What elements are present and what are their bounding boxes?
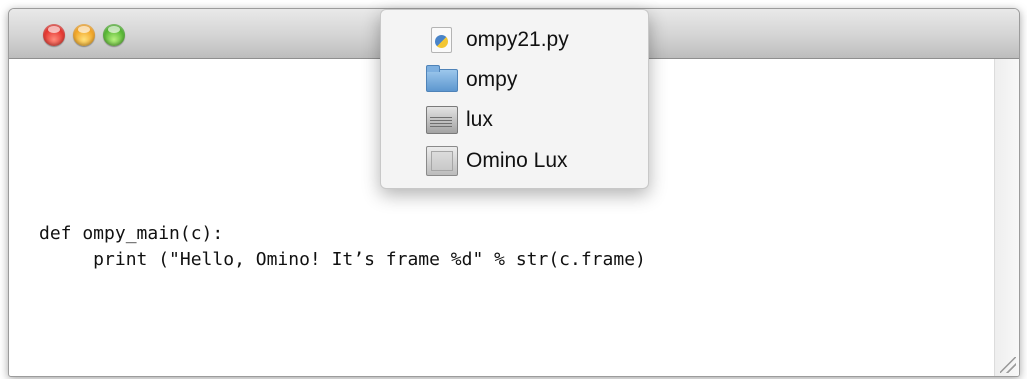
code-line: def ompy_main(c): (39, 223, 224, 244)
path-item-label: lux (466, 108, 493, 131)
path-popup-menu: ompy21.py ompy lux Omino Lux (380, 9, 649, 189)
path-item-label: Omino Lux (466, 149, 568, 172)
minimize-button[interactable] (73, 24, 95, 46)
python-file-icon (431, 27, 452, 53)
path-item-label: ompy21.py (466, 28, 569, 51)
path-item-disk[interactable]: lux (426, 106, 493, 134)
code-editor[interactable]: def ompy_main(c): print ("Hello, Omino! … (39, 221, 646, 273)
close-button[interactable] (43, 24, 65, 46)
vertical-scrollbar[interactable] (994, 59, 1019, 376)
path-item-computer[interactable]: Omino Lux (426, 146, 568, 176)
path-item-label: ompy (466, 68, 518, 91)
hard-disk-icon (426, 106, 458, 134)
computer-icon (426, 146, 458, 176)
zoom-button[interactable] (103, 24, 125, 46)
code-line: print ("Hello, Omino! It’s frame %d" % s… (39, 249, 646, 270)
path-item-file[interactable]: ompy21.py (426, 26, 569, 54)
resize-grip-icon[interactable] (1000, 357, 1016, 373)
folder-icon (426, 64, 458, 92)
path-item-folder[interactable]: ompy (426, 64, 518, 94)
